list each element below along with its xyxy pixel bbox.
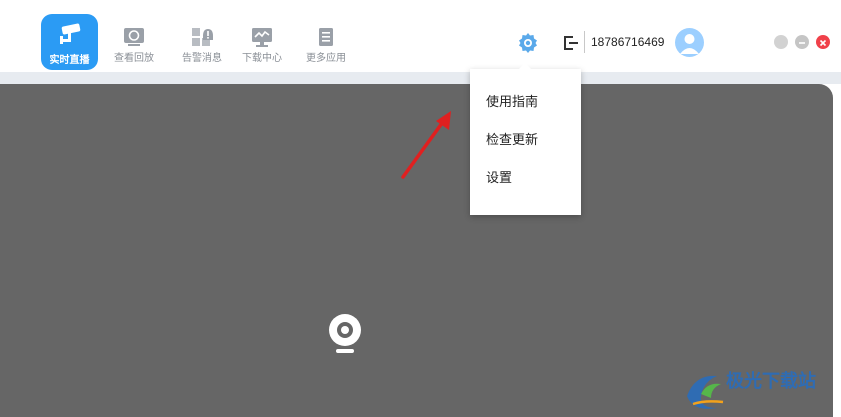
- red-annotation-arrow-icon: [401, 111, 451, 179]
- nav-item-playback[interactable]: 查看回放: [108, 26, 160, 66]
- download-center-icon: [252, 28, 272, 47]
- minus-icon: [799, 42, 805, 44]
- window-refresh-button[interactable]: [774, 35, 788, 49]
- alarm-message-icon: [192, 28, 213, 46]
- user-icon: [680, 34, 699, 54]
- toolbar-strip: [0, 72, 841, 84]
- menu-item-user-guide[interactable]: 使用指南: [486, 91, 538, 110]
- app-header: 实时直播 查看回放 告警消息 下载中心 更多应用 18786716469: [0, 0, 841, 72]
- close-icon: [819, 39, 827, 47]
- nav-item-live[interactable]: 实时直播: [41, 14, 98, 70]
- menu-item-check-updates[interactable]: 检查更新: [486, 129, 538, 148]
- webcam-icon: [329, 314, 361, 353]
- nav-label: 更多应用: [306, 53, 346, 64]
- playback-icon: [124, 28, 144, 46]
- header-divider: [584, 31, 585, 53]
- nav-label: 下载中心: [242, 53, 282, 64]
- user-avatar[interactable]: [675, 28, 704, 57]
- window-close-button[interactable]: [816, 35, 830, 49]
- watermark-text: 极光下载站: [726, 371, 816, 392]
- window-minimize-button[interactable]: [795, 35, 809, 49]
- cctv-camera-icon: [60, 23, 81, 44]
- nav-item-downloads[interactable]: 下载中心: [236, 26, 288, 66]
- nav-label: 告警消息: [182, 53, 222, 64]
- menu-item-settings[interactable]: 设置: [486, 167, 512, 186]
- nav-item-more-apps[interactable]: 更多应用: [300, 26, 352, 66]
- logout-icon[interactable]: [562, 34, 580, 52]
- nav-item-alarms[interactable]: 告警消息: [176, 26, 228, 66]
- user-phone-number: 18786716469: [591, 35, 665, 49]
- nav-label: 实时直播: [49, 55, 90, 66]
- more-apps-icon: [319, 28, 333, 46]
- right-edge: [833, 84, 841, 417]
- settings-dropdown-menu: 使用指南 检查更新 设置: [470, 63, 581, 215]
- gear-icon[interactable]: [516, 31, 540, 55]
- nav-label: 查看回放: [114, 53, 154, 64]
